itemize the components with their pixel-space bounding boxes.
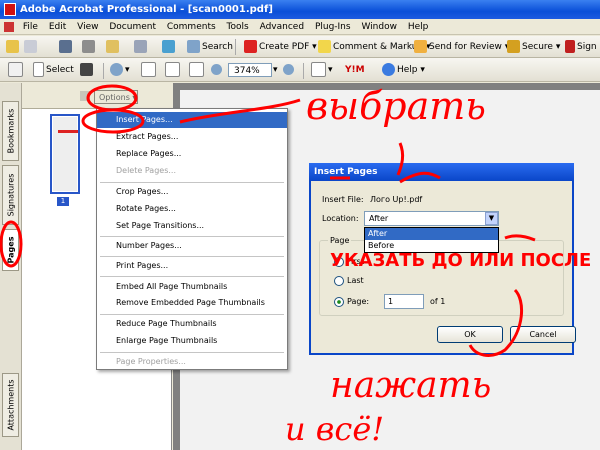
annotation-strokes [0, 84, 536, 357]
annotation-scribble [330, 171, 441, 184]
annotation-choose-before-after: УКАЗАТЬ ДО ИЛИ ПОСЛЕ [330, 250, 592, 271]
options-circle [86, 84, 138, 112]
annotation-and-all: и всё! [285, 410, 385, 448]
arrow-to-ok [468, 288, 524, 357]
pages-tab-circle [0, 220, 23, 268]
annotation-select: выбрать [306, 84, 486, 128]
annotation-click: нажать [330, 365, 492, 406]
arrow-to-location [504, 234, 536, 242]
arrow-to-menu [179, 98, 301, 124]
arrow-to-dialog [396, 142, 405, 176]
insert-pages-circle [81, 108, 145, 134]
